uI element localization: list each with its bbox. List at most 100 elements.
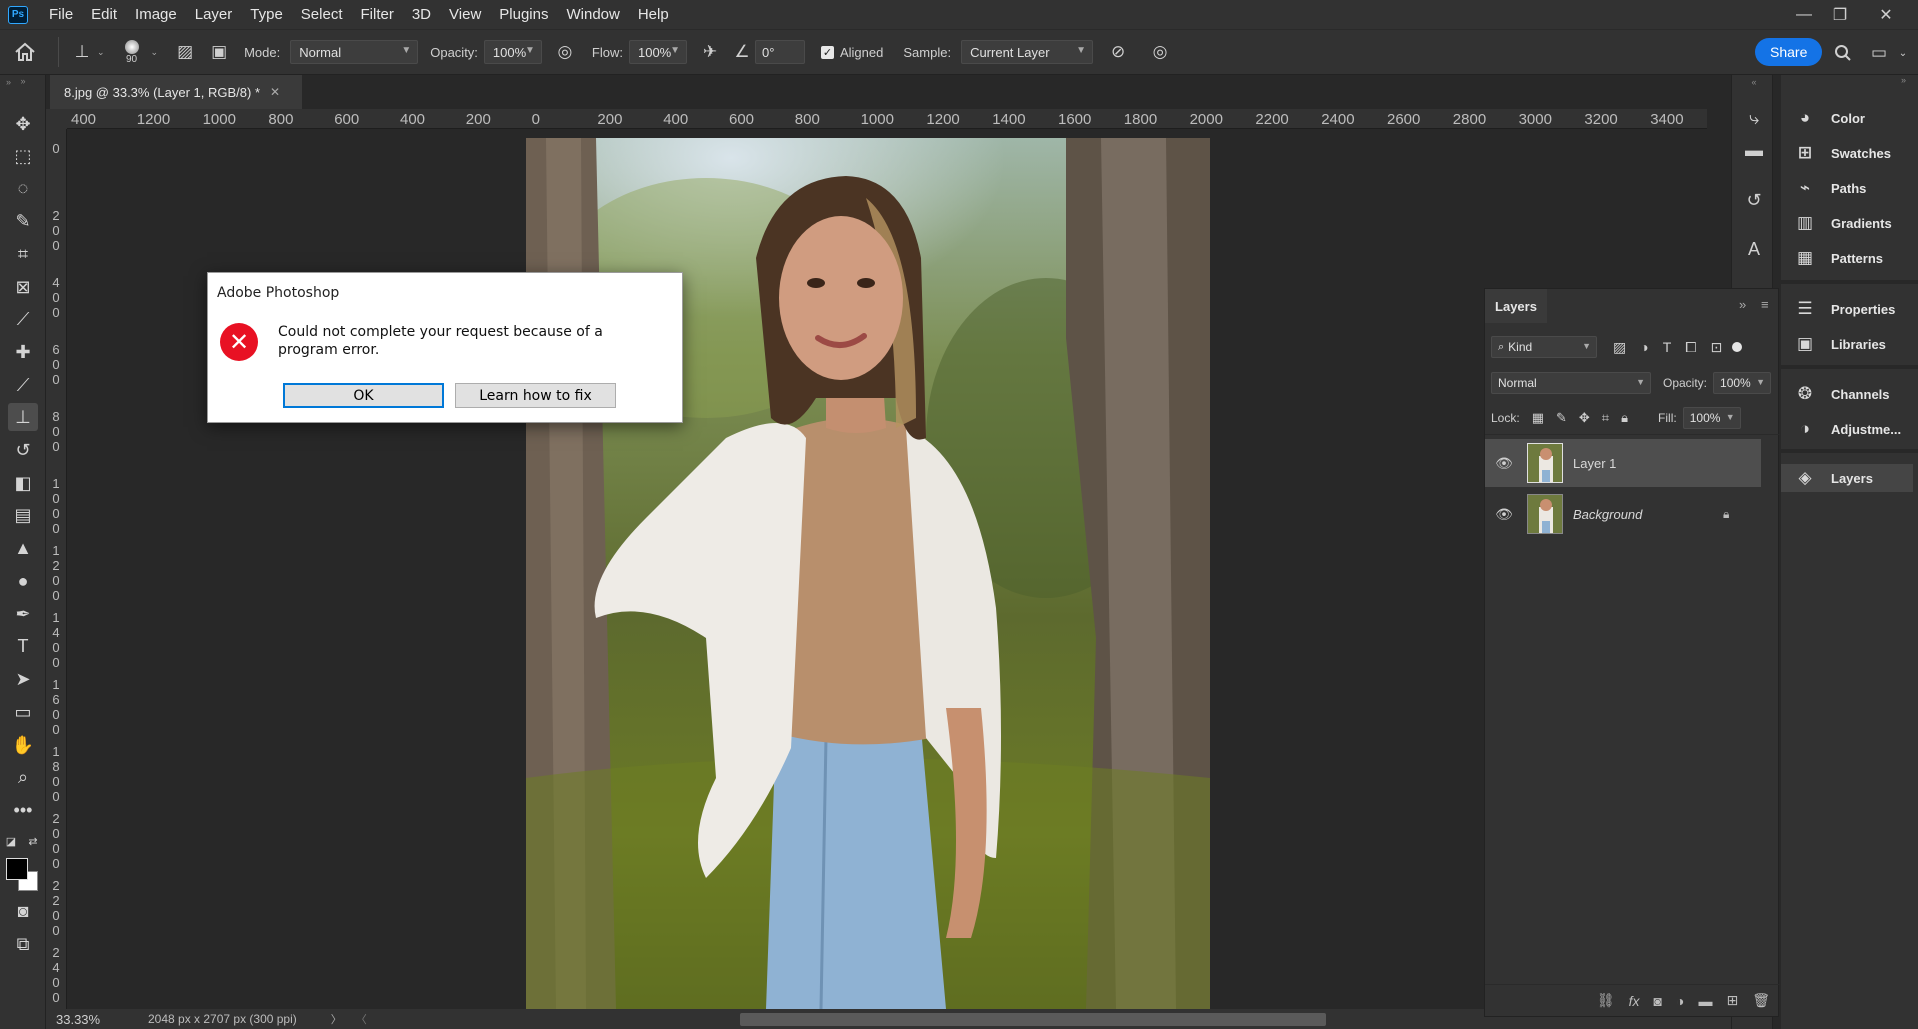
lock-transparent-icon[interactable]: ▦ [1532, 410, 1544, 426]
blend-mode-select[interactable]: Normal ▼ [1491, 372, 1651, 394]
panel-gradients[interactable]: ▥ Gradients [1781, 209, 1913, 237]
swap-colors-icon[interactable]: ⇄ [26, 827, 40, 855]
comments-icon[interactable]: ▬ [1741, 137, 1767, 163]
screen-mode-icon[interactable]: ⧉ [8, 930, 38, 958]
clone-source-icon[interactable]: ▣ [202, 42, 236, 62]
layer-style-icon[interactable]: fx [1629, 993, 1640, 1009]
layer-row-layer-1[interactable]: 👁︎ Layer 1 [1485, 439, 1761, 487]
panel-patterns[interactable]: ▦ Patterns [1781, 244, 1913, 272]
layer-name[interactable]: Layer 1 [1573, 456, 1616, 471]
panel-adjustments[interactable]: ◑ Adjustme... [1781, 415, 1913, 443]
opacity-input[interactable]: 100% ▼ [483, 40, 542, 64]
collapse-icon[interactable]: » [1739, 297, 1746, 312]
history-icon[interactable]: ↺ [1741, 187, 1767, 213]
menu-type[interactable]: Type [241, 6, 292, 23]
airbrush-icon[interactable]: ✈ [693, 42, 727, 62]
filter-toggle-icon[interactable] [1732, 342, 1743, 352]
filter-smart-object-icon[interactable]: ⊡ [1710, 339, 1722, 356]
lock-position-icon[interactable]: ✥ [1579, 410, 1590, 426]
lock-all-icon[interactable]: 🔒︎ [1621, 410, 1628, 426]
history-brush-tool-icon[interactable]: ↺ [8, 436, 38, 464]
panel-channels[interactable]: ❂ Channels [1781, 380, 1913, 408]
pressure-opacity-icon[interactable]: ◎ [548, 42, 582, 62]
filter-adjustment-icon[interactable]: ◑ [1640, 339, 1648, 355]
layer-lock-icon[interactable]: 🔒︎ [1723, 507, 1729, 522]
frame-tool-icon[interactable]: ⊠ [8, 273, 38, 301]
clone-source-panel-icon[interactable]: ⤷ [1741, 105, 1767, 131]
ignore-adjustment-layers-icon[interactable]: ⊘ [1101, 42, 1135, 62]
panel-menu-icon[interactable]: ≡ [1761, 297, 1769, 312]
layers-tab[interactable]: Layers [1485, 289, 1547, 323]
zoom-level[interactable]: 33.33% [56, 1012, 128, 1027]
blur-tool-icon[interactable]: ▲ [8, 534, 38, 562]
panel-swatches[interactable]: ⊞ Swatches [1781, 139, 1913, 167]
dodge-tool-icon[interactable]: ● [8, 567, 38, 595]
brush-tool-icon[interactable]: ⟋ [8, 371, 38, 399]
brush-settings-icon[interactable]: ▨ [168, 42, 202, 62]
horizontal-scrollbar[interactable] [740, 1013, 1326, 1026]
collapse-toolbar-icon[interactable]: » [8, 75, 38, 87]
eraser-tool-icon[interactable]: ◧ [8, 469, 38, 497]
layer-opacity-input[interactable]: 100% ▼ [1713, 372, 1772, 394]
foreground-color-swatch[interactable] [6, 858, 28, 880]
menu-plugins[interactable]: Plugins [490, 6, 557, 23]
filter-type-icon[interactable]: T [1663, 339, 1672, 355]
lock-image-icon[interactable]: ✎ [1556, 410, 1567, 426]
visibility-eye-icon[interactable]: 👁︎ [1489, 455, 1519, 472]
learn-how-to-fix-button[interactable]: Learn how to fix [455, 383, 616, 408]
document-image[interactable] [526, 138, 1210, 1009]
menu-filter[interactable]: Filter [352, 6, 403, 23]
collapse-panels-icon[interactable]: » [6, 77, 11, 87]
new-layer-icon[interactable]: ⊞ [1726, 992, 1738, 1009]
filter-shape-icon[interactable]: ⧠ [1685, 339, 1696, 356]
new-group-icon[interactable]: ▬ [1698, 993, 1712, 1009]
fill-input[interactable]: 100% ▼ [1682, 407, 1741, 429]
collapse-panel-list-icon[interactable]: » [1901, 75, 1906, 85]
workspace-icon[interactable]: ▭ [1866, 40, 1892, 66]
new-adjustment-layer-icon[interactable]: ◑ [1676, 993, 1684, 1009]
clone-stamp-tool-icon[interactable]: ⊥ [8, 403, 38, 431]
scroll-left-icon[interactable]: 〈 [356, 1011, 367, 1027]
brush-size-picker[interactable]: 90 [119, 39, 145, 65]
layer-row-background[interactable]: 👁︎ Background 🔒︎ [1485, 490, 1761, 538]
layer-filter-select[interactable]: ⌕ Kind ▼ [1491, 336, 1597, 358]
chevron-down-icon[interactable]: ⌄ [97, 47, 105, 58]
menu-layer[interactable]: Layer [186, 6, 242, 23]
layer-name[interactable]: Background [1573, 507, 1723, 522]
eyedropper-tool-icon[interactable]: ⟋ [8, 305, 38, 333]
quick-mask-icon[interactable]: ◙ [8, 897, 38, 925]
document-info[interactable]: 2048 px x 2707 px (300 ppi) [148, 1012, 297, 1026]
sample-select[interactable]: Current Layer ▼ [961, 40, 1094, 64]
flow-input[interactable]: 100% ▼ [628, 40, 687, 64]
lock-artboard-icon[interactable]: ⌗ [1602, 410, 1609, 426]
ok-button[interactable]: OK [283, 383, 444, 408]
quick-select-tool-icon[interactable]: ✎ [8, 207, 38, 235]
zoom-tool-icon[interactable]: ⌕ [8, 763, 38, 791]
more-tools-icon[interactable]: ••• [8, 796, 38, 824]
move-tool-icon[interactable]: ✥ [8, 110, 38, 138]
link-layers-icon[interactable]: ⛓ [1597, 992, 1615, 1009]
gradient-tool-icon[interactable]: ▤ [8, 501, 38, 529]
share-button[interactable]: Share [1755, 38, 1823, 66]
chevron-right-icon[interactable]: 〉 [331, 1011, 342, 1027]
visibility-eye-icon[interactable]: 👁︎ [1489, 506, 1519, 523]
menu-select[interactable]: Select [292, 6, 352, 23]
path-selection-tool-icon[interactable]: ➤ [8, 665, 38, 693]
menu-file[interactable]: File [40, 6, 82, 23]
menu-view[interactable]: View [440, 6, 490, 23]
lasso-tool-icon[interactable]: ◌ [8, 174, 38, 202]
healing-brush-tool-icon[interactable]: ✚ [8, 338, 38, 366]
chevron-down-icon[interactable]: ⌄ [151, 47, 159, 58]
filter-pixel-icon[interactable]: ▨ [1613, 339, 1626, 356]
angle-input[interactable]: 0° [754, 40, 805, 64]
menu-help[interactable]: Help [629, 6, 678, 23]
chevron-down-icon[interactable]: ⌄ [1896, 40, 1910, 66]
menu-3d[interactable]: 3D [403, 6, 440, 23]
close-tab-icon[interactable]: ✕ [270, 85, 280, 99]
character-panel-icon[interactable]: A [1741, 236, 1767, 262]
panel-libraries[interactable]: ▣ Libraries [1781, 330, 1913, 358]
mode-select[interactable]: Normal ▼ [290, 40, 419, 64]
home-icon[interactable] [0, 42, 50, 62]
pen-tool-icon[interactable]: ✒ [8, 600, 38, 628]
menu-image[interactable]: Image [126, 6, 186, 23]
